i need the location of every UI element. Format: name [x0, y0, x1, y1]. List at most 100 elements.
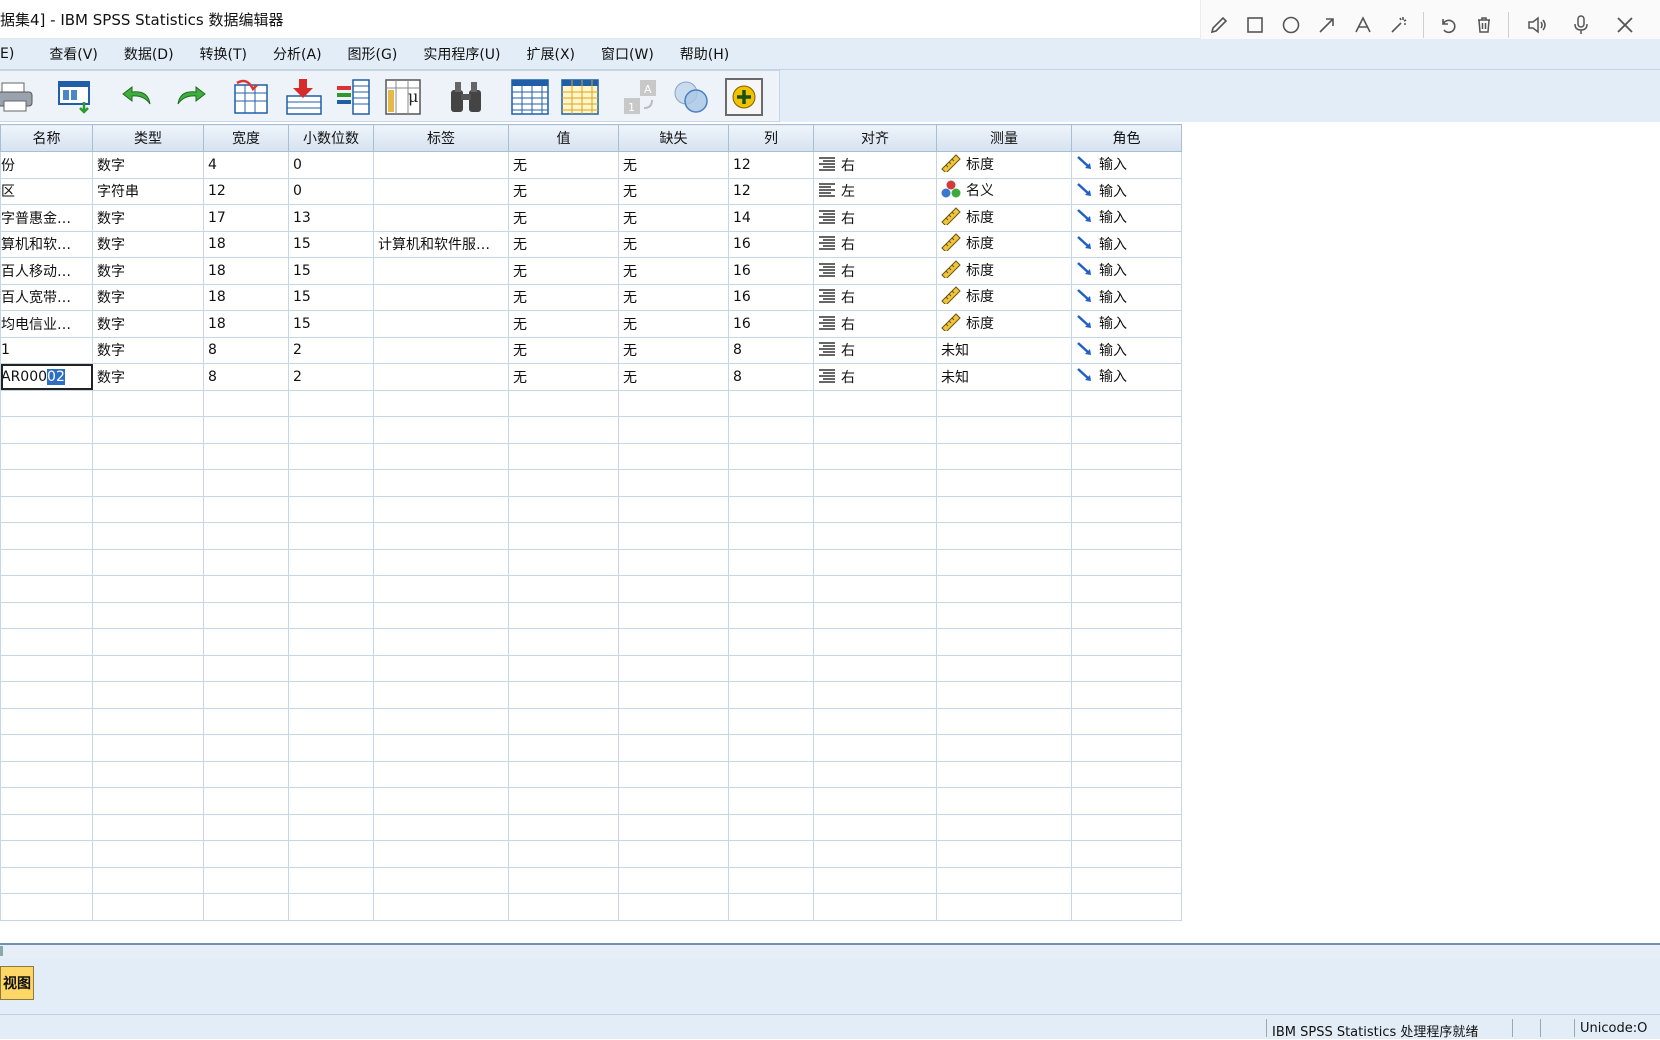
column-header-measure[interactable]: 测量: [936, 124, 1072, 152]
cell-decimals[interactable]: 15: [288, 283, 374, 311]
empty-cell[interactable]: [373, 813, 509, 841]
empty-cell[interactable]: [203, 495, 289, 523]
horizontal-scrollbar[interactable]: [0, 943, 1660, 959]
undo-icon[interactable]: [118, 77, 158, 117]
empty-cell[interactable]: [936, 389, 1072, 417]
empty-cell[interactable]: [728, 707, 814, 735]
use-variable-sets-icon[interactable]: [672, 77, 712, 117]
empty-cell[interactable]: [373, 840, 509, 868]
cell-role[interactable]: 输入: [1071, 230, 1182, 258]
empty-cell[interactable]: [0, 787, 93, 815]
cell-decimals[interactable]: 15: [288, 310, 374, 338]
empty-cell[interactable]: [618, 787, 729, 815]
cell-type[interactable]: 数字: [92, 204, 204, 232]
print-icon[interactable]: [0, 77, 36, 117]
empty-cell[interactable]: [373, 601, 509, 629]
cell-type[interactable]: 数字: [92, 230, 204, 258]
column-header-name[interactable]: 名称: [0, 124, 93, 152]
empty-cell[interactable]: [92, 628, 204, 656]
cell-type[interactable]: 数字: [92, 283, 204, 311]
empty-cell[interactable]: [288, 734, 374, 762]
empty-cell[interactable]: [0, 495, 93, 523]
empty-cell[interactable]: [618, 707, 729, 735]
tab-variable-view[interactable]: 视图: [0, 966, 34, 1000]
empty-cell[interactable]: [936, 575, 1072, 603]
empty-cell[interactable]: [203, 893, 289, 921]
empty-cell[interactable]: [728, 469, 814, 497]
empty-cell[interactable]: [508, 787, 619, 815]
empty-cell[interactable]: [92, 601, 204, 629]
empty-cell[interactable]: [288, 442, 374, 470]
empty-cell[interactable]: [288, 840, 374, 868]
empty-cell[interactable]: [1071, 760, 1182, 788]
empty-cell[interactable]: [203, 601, 289, 629]
cell-measure[interactable]: 未知: [936, 336, 1072, 364]
empty-cell[interactable]: [508, 442, 619, 470]
menu-help[interactable]: 帮助(H): [667, 44, 742, 64]
empty-cell[interactable]: [92, 866, 204, 894]
cell-align[interactable]: 左: [813, 177, 937, 205]
empty-cell[interactable]: [813, 813, 937, 841]
empty-cell[interactable]: [813, 548, 937, 576]
empty-cell[interactable]: [373, 575, 509, 603]
split-file-icon[interactable]: [560, 77, 600, 117]
empty-cell[interactable]: [203, 575, 289, 603]
empty-cell[interactable]: [92, 893, 204, 921]
empty-cell[interactable]: [936, 628, 1072, 656]
cell-label[interactable]: 计算机和软件服…: [373, 230, 509, 258]
cell-missing[interactable]: 无: [618, 363, 729, 391]
empty-cell[interactable]: [373, 787, 509, 815]
empty-cell[interactable]: [92, 707, 204, 735]
empty-cell[interactable]: [618, 628, 729, 656]
empty-cell[interactable]: [203, 787, 289, 815]
empty-cell[interactable]: [288, 416, 374, 444]
empty-cell[interactable]: [373, 734, 509, 762]
empty-cell[interactable]: [728, 654, 814, 682]
empty-cell[interactable]: [203, 760, 289, 788]
empty-cell[interactable]: [508, 389, 619, 417]
empty-cell[interactable]: [936, 681, 1072, 709]
column-header-align[interactable]: 对齐: [813, 124, 937, 152]
empty-cell[interactable]: [373, 681, 509, 709]
empty-cell[interactable]: [618, 442, 729, 470]
cell-missing[interactable]: 无: [618, 204, 729, 232]
cell-measure[interactable]: 未知: [936, 363, 1072, 391]
empty-cell[interactable]: [508, 628, 619, 656]
empty-cell[interactable]: [1071, 787, 1182, 815]
empty-cell[interactable]: [508, 575, 619, 603]
empty-cell[interactable]: [373, 760, 509, 788]
empty-cell[interactable]: [1071, 389, 1182, 417]
cell-type[interactable]: 字符串: [92, 177, 204, 205]
empty-cell[interactable]: [508, 469, 619, 497]
empty-cell[interactable]: [0, 601, 93, 629]
cell-name[interactable]: 1: [0, 336, 93, 364]
menu-utilities[interactable]: 实用程序(U): [410, 44, 513, 64]
empty-cell[interactable]: [92, 575, 204, 603]
empty-cell[interactable]: [0, 866, 93, 894]
empty-cell[interactable]: [728, 522, 814, 550]
empty-cell[interactable]: [203, 522, 289, 550]
value-labels-icon[interactable]: A1: [622, 77, 662, 117]
empty-cell[interactable]: [203, 442, 289, 470]
empty-cell[interactable]: [1071, 442, 1182, 470]
empty-cell[interactable]: [936, 654, 1072, 682]
empty-cell[interactable]: [618, 469, 729, 497]
empty-cell[interactable]: [728, 389, 814, 417]
cell-role[interactable]: 输入: [1071, 310, 1182, 338]
cell-missing[interactable]: 无: [618, 310, 729, 338]
empty-cell[interactable]: [0, 813, 93, 841]
cell-columns[interactable]: 12: [728, 151, 814, 179]
empty-cell[interactable]: [0, 548, 93, 576]
cell-width[interactable]: 18: [203, 310, 289, 338]
column-header-role[interactable]: 角色: [1071, 124, 1182, 152]
empty-cell[interactable]: [288, 522, 374, 550]
cell-label[interactable]: [373, 257, 509, 285]
empty-cell[interactable]: [936, 866, 1072, 894]
empty-cell[interactable]: [203, 734, 289, 762]
empty-cell[interactable]: [0, 628, 93, 656]
empty-cell[interactable]: [813, 416, 937, 444]
empty-cell[interactable]: [728, 866, 814, 894]
cell-align[interactable]: 右: [813, 283, 937, 311]
empty-cell[interactable]: [1071, 866, 1182, 894]
empty-cell[interactable]: [618, 548, 729, 576]
